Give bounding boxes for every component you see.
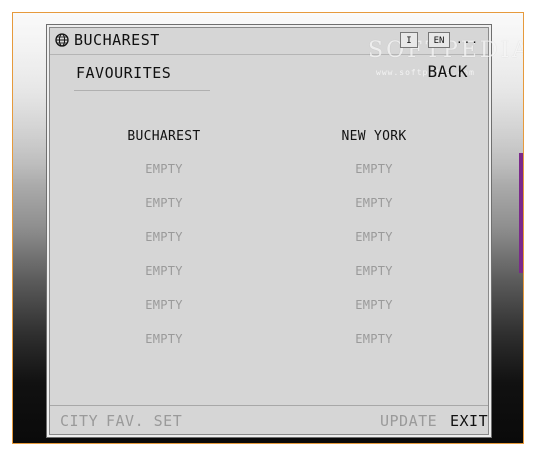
- language-button[interactable]: EN: [428, 32, 450, 48]
- favourite-city-1[interactable]: BUCHAREST: [84, 124, 244, 150]
- favourite-slot[interactable]: EMPTY: [294, 322, 454, 356]
- favourite-slot[interactable]: EMPTY: [84, 220, 244, 254]
- favourite-slot[interactable]: EMPTY: [84, 186, 244, 220]
- favourite-slot[interactable]: EMPTY: [294, 186, 454, 220]
- favourite-slot[interactable]: EMPTY: [84, 288, 244, 322]
- favourites-underline: [74, 90, 210, 91]
- favourite-slot[interactable]: EMPTY: [294, 152, 454, 186]
- main-panel: BUCHAREST SOFTPEDIA www.softpedia.com I …: [49, 27, 523, 435]
- info-button[interactable]: I: [400, 32, 418, 48]
- title-bar: BUCHAREST SOFTPEDIA www.softpedia.com I …: [50, 28, 523, 77]
- favourite-slot[interactable]: EMPTY: [84, 322, 244, 356]
- app-window-frame: BUCHAREST SOFTPEDIA www.softpedia.com I …: [12, 12, 524, 444]
- city-button[interactable]: CITY: [60, 412, 98, 430]
- favourites-heading: FAVOURITES: [76, 64, 172, 82]
- favourite-slot[interactable]: EMPTY: [84, 254, 244, 288]
- favourite-city-2[interactable]: NEW YORK: [294, 124, 454, 150]
- bottom-toolbar: CITY FAV. SET UPDATE EXIT: [50, 405, 488, 434]
- favourites-column-1: BUCHAREST EMPTY EMPTY EMPTY EMPTY EMPTY …: [84, 124, 244, 356]
- favourite-slot[interactable]: EMPTY: [294, 288, 454, 322]
- update-button[interactable]: UPDATE: [380, 412, 437, 430]
- favourite-slot[interactable]: EMPTY: [84, 152, 244, 186]
- globe-icon: [55, 33, 69, 47]
- back-button[interactable]: BACK: [427, 62, 468, 81]
- current-city-title: BUCHAREST: [74, 31, 160, 49]
- favourite-slot[interactable]: EMPTY: [294, 220, 454, 254]
- favourite-slot[interactable]: EMPTY: [294, 254, 454, 288]
- favourites-column-2: NEW YORK EMPTY EMPTY EMPTY EMPTY EMPTY E…: [294, 124, 454, 356]
- background-strip: [519, 153, 523, 273]
- fav-set-button[interactable]: FAV. SET: [106, 412, 182, 430]
- exit-button[interactable]: EXIT: [450, 412, 488, 430]
- more-button[interactable]: ...: [456, 32, 478, 48]
